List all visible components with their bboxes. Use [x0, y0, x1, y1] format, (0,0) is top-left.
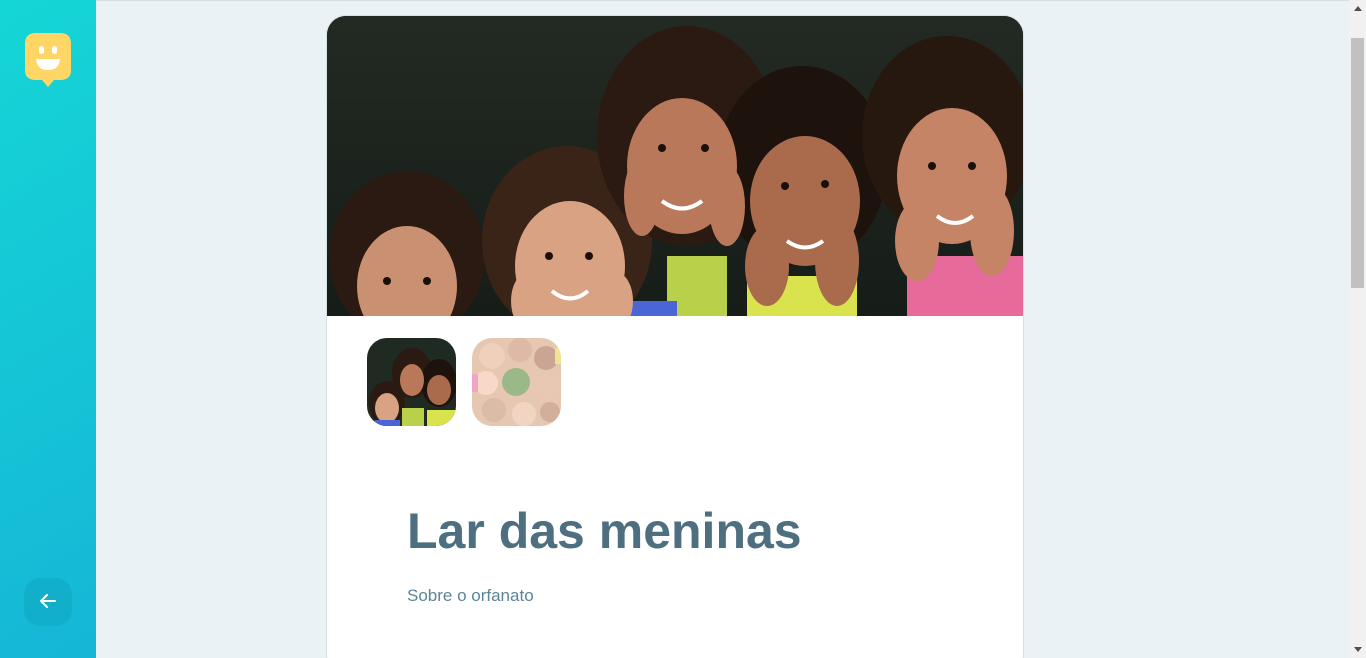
orphanage-details-card: Lar das meninas Sobre o orfanato [326, 15, 1024, 658]
smiley-balloon-logo-icon[interactable] [24, 32, 72, 88]
top-border [96, 0, 1349, 1]
vertical-scrollbar[interactable] [1349, 0, 1366, 658]
thumbnail-list [327, 316, 1023, 426]
sidebar [0, 0, 96, 658]
scroll-up-icon[interactable] [1349, 0, 1366, 17]
scroll-down-icon[interactable] [1349, 641, 1366, 658]
arrow-left-icon [38, 591, 58, 614]
children-circle-thumb[interactable] [472, 338, 561, 426]
children-smiling-thumb[interactable] [367, 338, 456, 426]
back-button[interactable] [24, 578, 72, 626]
children-smiling-photo [327, 16, 1023, 316]
scrollbar-thumb[interactable] [1351, 38, 1364, 288]
page-title: Lar das meninas [407, 503, 802, 559]
page-subtitle: Sobre o orfanato [407, 586, 534, 605]
orphanage-details: Lar das meninas Sobre o orfanato [327, 426, 1023, 606]
